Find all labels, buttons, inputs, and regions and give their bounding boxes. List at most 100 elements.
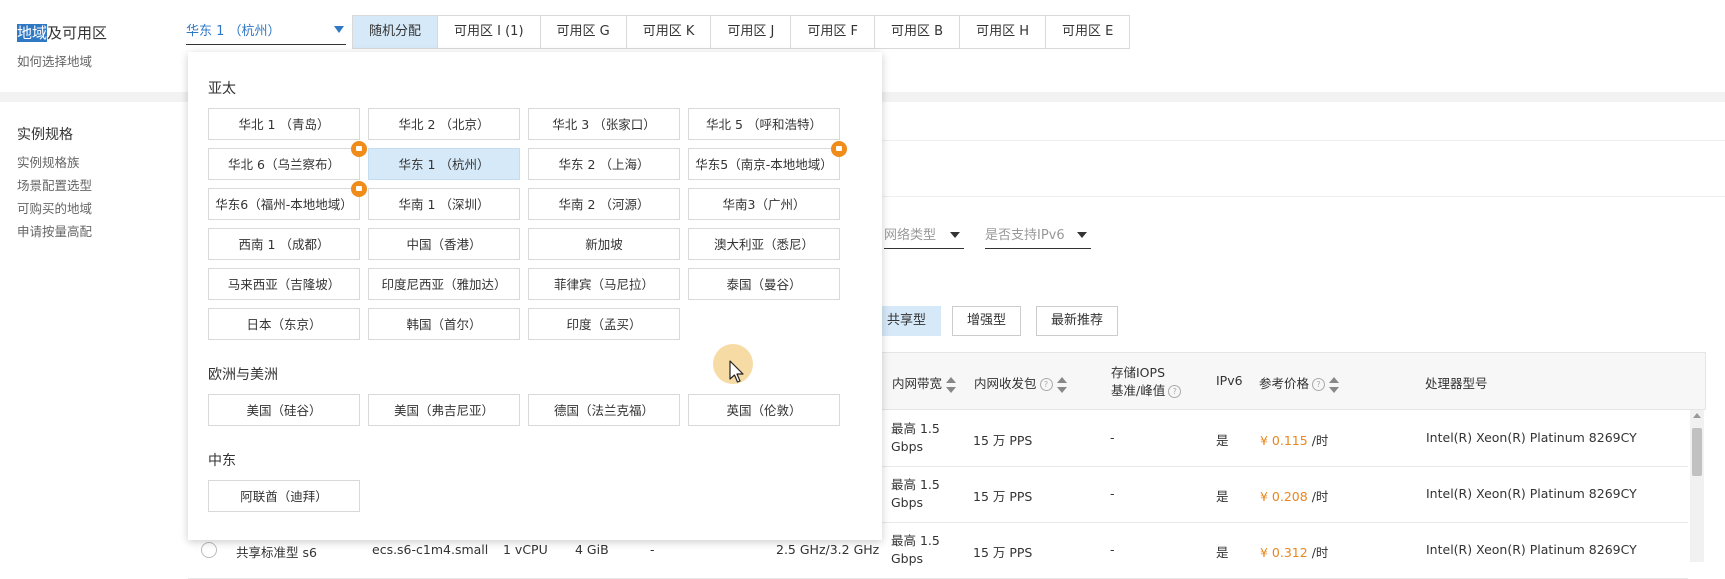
th-bandwidth-label: 内网带宽 bbox=[892, 376, 943, 391]
region-option[interactable]: 阿联酋（迪拜） bbox=[208, 480, 360, 512]
local-region-badge-icon bbox=[351, 141, 367, 157]
mouse-cursor-icon bbox=[729, 360, 744, 383]
region-option[interactable]: 华北 1 （青岛） bbox=[208, 108, 360, 140]
region-option-label: 华北 6（乌兰察布） bbox=[228, 157, 340, 172]
region-select[interactable]: 华东 1 （杭州） bbox=[186, 20, 346, 45]
sort-icon bbox=[946, 376, 957, 393]
help-icon: ? bbox=[1168, 385, 1182, 398]
region-option[interactable]: 德国（法兰克福） bbox=[528, 394, 680, 426]
region-option[interactable]: 西南 1 （成都） bbox=[208, 228, 360, 260]
cell-price: ¥ 0.312 /时 bbox=[1260, 542, 1328, 561]
region-option[interactable]: 马来西亚（吉隆坡） bbox=[208, 268, 360, 300]
th-price-label: 参考价格 bbox=[1259, 376, 1310, 391]
cell-frequency: 2.5 GHz/3.2 GHz bbox=[776, 542, 880, 557]
network-type-filter[interactable]: 网络类型 bbox=[884, 224, 964, 249]
how-to-choose-link[interactable]: 如何选择地域 bbox=[17, 51, 92, 70]
cell-memory: 4 GiB bbox=[575, 542, 609, 557]
th-pps[interactable]: 内网收发包? bbox=[974, 373, 1067, 393]
price-unit: /时 bbox=[1307, 489, 1329, 504]
th-price[interactable]: 参考价格? bbox=[1259, 373, 1340, 393]
region-option[interactable]: 新加坡 bbox=[528, 228, 680, 260]
sort-icon bbox=[1329, 376, 1340, 393]
cell-cpu: Intel(R) Xeon(R) Platinum 8269CY bbox=[1426, 486, 1637, 501]
region-option[interactable]: 印度（孟买） bbox=[528, 308, 680, 340]
cell-pps: 15 万 PPS bbox=[973, 545, 1033, 560]
chevron-down-icon bbox=[950, 232, 960, 238]
zone-tab-random[interactable]: 随机分配 bbox=[352, 15, 439, 49]
th-bandwidth[interactable]: 内网带宽 bbox=[892, 373, 957, 393]
cell-bandwidth-line2: Gbps bbox=[891, 439, 924, 454]
ipv6-filter[interactable]: 是否支持IPv6 bbox=[985, 224, 1091, 249]
th-iops-line2: 基准/峰值 bbox=[1111, 383, 1166, 398]
region-option[interactable]: 华南 1 （深圳） bbox=[368, 188, 520, 220]
region-label-highlight: 地域 bbox=[17, 24, 48, 42]
cell-bandwidth-line1: 最高 1.5 bbox=[891, 421, 940, 436]
cell-pps: 15 万 PPS bbox=[973, 489, 1033, 504]
cell-bandwidth: 最高 1.5 Gbps bbox=[891, 532, 940, 568]
type-button-latest[interactable]: 最新推荐 bbox=[1036, 306, 1119, 336]
scroll-up-icon[interactable] bbox=[1693, 413, 1701, 418]
cell-vcpu: 1 vCPU bbox=[503, 542, 548, 557]
sidebar-link-quota[interactable]: 申请按量高配 bbox=[17, 221, 92, 240]
type-button-shared[interactable]: 共享型 bbox=[872, 306, 942, 336]
region-section-label: 地域及可用区 bbox=[17, 22, 107, 43]
type-button-enhanced[interactable]: 增强型 bbox=[952, 306, 1022, 336]
region-option-label: 华东6（福州-本地地域） bbox=[215, 197, 353, 212]
zone-tab-i[interactable]: 可用区 I (1) bbox=[437, 15, 541, 49]
region-option[interactable]: 印度尼西亚（雅加达） bbox=[368, 268, 520, 300]
region-option[interactable]: 英国（伦敦） bbox=[688, 394, 840, 426]
th-iops-line1: 存储IOPS bbox=[1111, 365, 1165, 380]
region-option[interactable]: 华北 2 （北京） bbox=[368, 108, 520, 140]
divider-line bbox=[882, 140, 1725, 141]
group-title-europe-americas: 欧洲与美洲 bbox=[208, 367, 278, 383]
cell-price: ¥ 0.208 /时 bbox=[1260, 486, 1328, 505]
cell-cpu: Intel(R) Xeon(R) Platinum 8269CY bbox=[1426, 430, 1637, 445]
region-option[interactable]: 韩国（首尔） bbox=[368, 308, 520, 340]
cell-bandwidth: 最高 1.5 Gbps bbox=[891, 476, 940, 512]
help-icon: ? bbox=[1312, 378, 1326, 391]
zone-tab-g[interactable]: 可用区 G bbox=[539, 15, 627, 49]
region-option[interactable]: 华北 3 （张家口） bbox=[528, 108, 680, 140]
region-option[interactable]: 华南3（广州） bbox=[688, 188, 840, 220]
cell-bandwidth-line1: 最高 1.5 bbox=[891, 477, 940, 492]
cell-pps: 15 万 PPS bbox=[973, 433, 1033, 448]
region-option-selected[interactable]: 华东 1 （杭州） bbox=[368, 148, 520, 180]
region-option[interactable]: 华东6（福州-本地地域） bbox=[208, 181, 367, 220]
instance-spec-title: 实例规格 bbox=[17, 127, 73, 143]
local-region-badge-icon bbox=[831, 141, 847, 157]
row-select-radio[interactable] bbox=[201, 542, 217, 558]
region-option[interactable]: 华北 5 （呼和浩特） bbox=[688, 108, 840, 140]
region-option[interactable]: 中国（香港） bbox=[368, 228, 520, 260]
zone-tab-j[interactable]: 可用区 J bbox=[710, 15, 792, 49]
region-option[interactable]: 澳大利亚（悉尼） bbox=[688, 228, 840, 260]
zone-tab-b[interactable]: 可用区 B bbox=[874, 15, 961, 49]
region-option[interactable]: 泰国（曼谷） bbox=[688, 268, 840, 300]
region-option[interactable]: 华东 2 （上海） bbox=[528, 148, 680, 180]
zone-tab-h[interactable]: 可用区 H bbox=[959, 15, 1046, 49]
region-option[interactable]: 美国（弗吉尼亚） bbox=[368, 394, 520, 426]
cell-gpu: - bbox=[650, 542, 655, 557]
cell-bandwidth-line1: 最高 1.5 bbox=[891, 533, 940, 548]
sidebar-link-regions[interactable]: 可购买的地域 bbox=[17, 198, 92, 217]
region-option[interactable]: 华北 6（乌兰察布） bbox=[208, 141, 367, 180]
th-pps-label: 内网收发包 bbox=[974, 376, 1037, 391]
cell-ipv6: 是 bbox=[1216, 545, 1229, 560]
cell-bandwidth: 最高 1.5 Gbps bbox=[891, 420, 940, 456]
zone-tab-f[interactable]: 可用区 F bbox=[790, 15, 876, 49]
sidebar-link-family[interactable]: 实例规格族 bbox=[17, 152, 80, 171]
zone-tabs: 随机分配 可用区 I (1) 可用区 G 可用区 K 可用区 J 可用区 F 可… bbox=[352, 15, 1131, 49]
zone-tab-k[interactable]: 可用区 K bbox=[625, 15, 712, 49]
region-option[interactable]: 日本（东京） bbox=[208, 308, 360, 340]
cell-bandwidth-line2: Gbps bbox=[891, 551, 924, 566]
region-option[interactable]: 菲律宾（马尼拉） bbox=[528, 268, 680, 300]
region-option-label: 华东5（南京-本地地域） bbox=[695, 157, 833, 172]
region-option[interactable]: 美国（硅谷） bbox=[208, 394, 360, 426]
region-option[interactable]: 华南 2 （河源） bbox=[528, 188, 680, 220]
sidebar-link-scenario[interactable]: 场景配置选型 bbox=[17, 175, 92, 194]
price-value: ¥ 0.312 bbox=[1260, 545, 1308, 560]
th-iops: 存储IOPS 基准/峰值? bbox=[1111, 364, 1182, 400]
zone-tab-e[interactable]: 可用区 E bbox=[1045, 15, 1131, 49]
cell-ipv6: 是 bbox=[1216, 489, 1229, 504]
region-option[interactable]: 华东5（南京-本地地域） bbox=[688, 141, 847, 180]
table-scrollbar-thumb[interactable] bbox=[1692, 428, 1702, 476]
